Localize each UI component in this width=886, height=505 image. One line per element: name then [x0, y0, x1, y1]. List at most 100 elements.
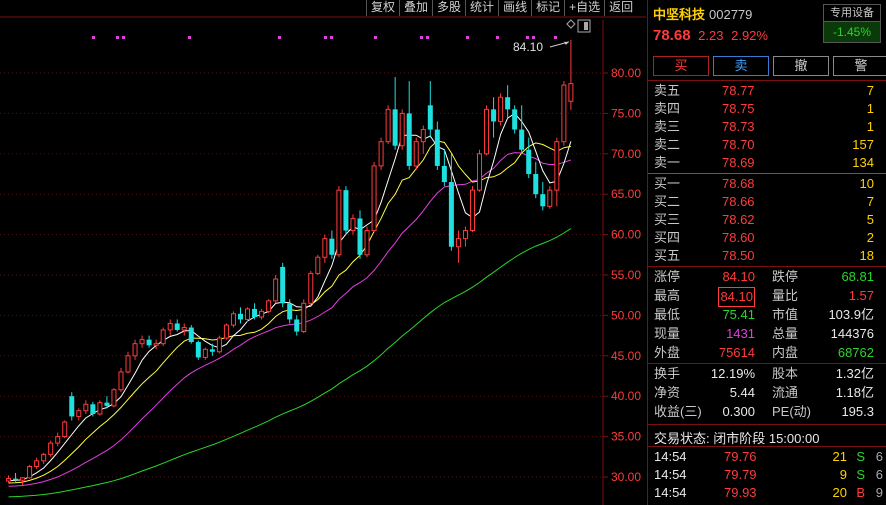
add-watchlist-button[interactable]: +自选	[564, 0, 605, 16]
stat-row: 最高 84.10 量比 1.57	[648, 287, 886, 307]
candle-body-up	[48, 442, 54, 455]
y-tick-label: 30.00	[611, 470, 641, 484]
candle-body-up	[41, 453, 47, 462]
price-change-pct: 2.92%	[731, 28, 768, 43]
candle-body-up	[55, 436, 61, 444]
last-price: 78.68	[653, 27, 691, 44]
fund-row: 净资 5.44 流通 1.18亿	[654, 385, 874, 400]
candle-body-up	[202, 348, 208, 358]
candle-body-up	[301, 302, 307, 333]
candle-body-up	[498, 96, 504, 122]
sell-button[interactable]: 卖	[713, 56, 769, 76]
candle-body-down	[392, 109, 398, 146]
high-annotation: 84.10	[513, 19, 576, 54]
price-grid	[0, 72, 603, 478]
event-marker	[426, 36, 429, 39]
stat-row: 最低 75.41 市值 103.9亿	[654, 307, 874, 322]
alert-button[interactable]: 警	[833, 56, 886, 76]
candle-body-up	[118, 371, 124, 391]
back-button[interactable]: 返回	[604, 0, 638, 16]
event-marker	[554, 36, 557, 39]
candle-body-up	[167, 322, 173, 331]
candle-body-down	[434, 129, 440, 166]
candle-body-up	[364, 230, 370, 256]
overlay-button[interactable]: 叠加	[399, 0, 433, 16]
y-tick-label: 80.00	[611, 66, 641, 80]
fuquan-button[interactable]: 复权	[366, 0, 400, 16]
candle-body-down	[146, 339, 152, 346]
event-marker	[330, 36, 333, 39]
candle-body-up	[336, 189, 342, 256]
y-tick-label: 40.00	[611, 389, 641, 403]
y-tick-label: 35.00	[611, 430, 641, 444]
candle-body-up	[6, 478, 11, 482]
candle-body-up	[273, 278, 279, 302]
y-tick-label: 70.00	[611, 147, 641, 161]
candle-body-down	[195, 342, 201, 358]
stock-code: 002779	[709, 7, 753, 22]
candle-body-down	[252, 308, 258, 318]
stat-row: 外盘 75614 内盘 68762	[654, 345, 874, 360]
price-line: 78.68 2.23 2.92%	[653, 27, 768, 44]
trading-status: 交易状态: 闭市阶段 15:00:00	[654, 431, 820, 446]
candle-body-up	[216, 337, 222, 353]
cancel-order-button[interactable]: 撤	[773, 56, 829, 76]
candle-body-up	[245, 308, 251, 320]
candle-body-up	[385, 108, 391, 143]
candle-body-up	[266, 300, 272, 312]
multi-stock-button[interactable]: 多股	[432, 0, 466, 16]
y-tick-label: 45.00	[611, 349, 641, 363]
stock-name: 中坚科技	[653, 7, 706, 22]
event-marker	[374, 36, 377, 39]
candle-body-up	[230, 313, 236, 326]
candle-body-down	[90, 404, 96, 414]
candle-body-down	[441, 165, 447, 183]
candle-body-down	[505, 97, 511, 110]
event-marker	[526, 36, 529, 39]
quote-panel: 中坚科技 002779 专用设备 -1.45% 78.68 2.23 2.92% …	[647, 0, 886, 505]
candle-body-down	[540, 194, 546, 207]
event-marker	[324, 36, 327, 39]
price-change: 2.23	[698, 28, 724, 43]
tick-row: 14:54 79.93 20 B 9	[654, 485, 883, 500]
candle-body-up	[547, 189, 553, 207]
event-marker	[122, 36, 125, 39]
stat-row: 涨停 84.10 跌停 68.81	[654, 269, 874, 284]
candle-body-down	[526, 149, 532, 174]
candle-body-up	[20, 477, 26, 481]
candle-body-up	[420, 129, 426, 143]
candle-body-up	[462, 230, 468, 240]
trade-buttons: 买 卖 撤 警	[653, 56, 886, 76]
candle-body-down	[491, 109, 497, 122]
draw-line-button[interactable]: 画线	[498, 0, 532, 16]
candle-body-down	[343, 190, 349, 231]
candle-body-down	[427, 105, 433, 130]
diamond-icon	[566, 19, 576, 29]
candle-body-down	[280, 266, 286, 304]
candle-body-up	[139, 339, 145, 345]
candle-body-up	[153, 343, 159, 346]
candle-body-up	[315, 256, 321, 274]
candle-body-down	[174, 323, 180, 330]
candle-body-up	[554, 141, 560, 191]
sector-box[interactable]: 专用设备 -1.45%	[823, 4, 881, 43]
candle-body-up	[125, 355, 131, 373]
candle-body-up	[259, 310, 265, 318]
candle-body-down	[533, 174, 539, 195]
tick-row: 14:54 79.76 21 S 6	[654, 449, 883, 464]
candlestick-chart: 30.00 35.00 40.00 45.00 50.00 55.00 60.00 65.00…	[0, 16, 646, 505]
y-tick-label: 75.00	[611, 106, 641, 120]
statistics-button[interactable]: 统计	[465, 0, 499, 16]
candle-body-up	[27, 465, 33, 479]
sector-change: -1.45%	[824, 22, 880, 42]
candle-body-up	[62, 421, 68, 438]
candle-body-up	[477, 153, 483, 191]
mark-button[interactable]: 标记	[531, 0, 565, 16]
y-tick-label: 60.00	[611, 228, 641, 242]
event-marker	[278, 36, 281, 39]
event-marker	[116, 36, 119, 39]
event-marker	[92, 36, 95, 39]
buy-button[interactable]: 买	[653, 56, 709, 76]
candle-body-down	[69, 396, 75, 417]
candle-body-up	[413, 141, 419, 167]
